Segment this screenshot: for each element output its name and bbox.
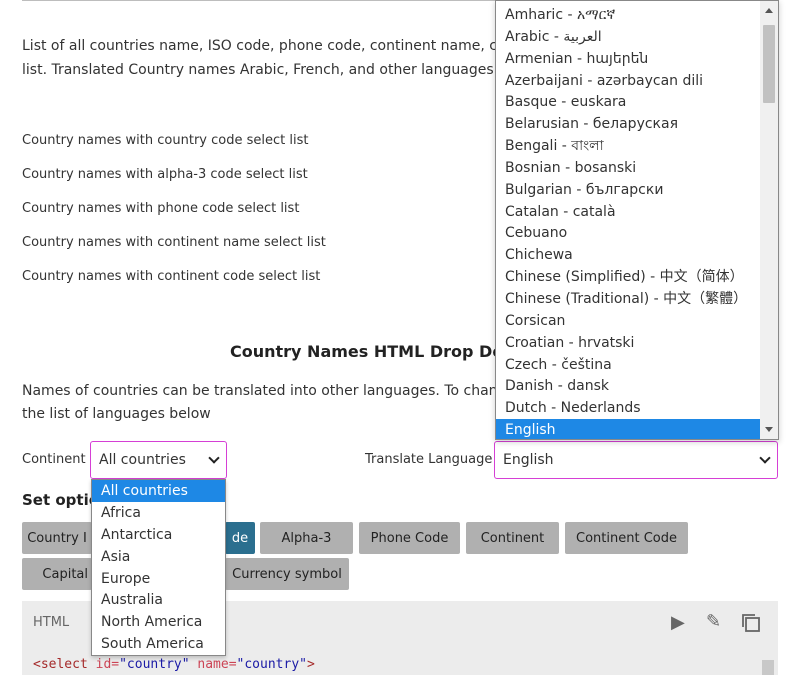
continent-button[interactable]: Continent: [466, 522, 559, 554]
continent-label: Continent: [22, 452, 86, 467]
language-option[interactable]: English: [496, 419, 760, 439]
set-options-heading: Set optio: [22, 491, 100, 509]
link-continent-code[interactable]: Country names with continent code select…: [22, 269, 320, 284]
language-option[interactable]: Armenian - հայերեն: [496, 48, 760, 70]
language-option[interactable]: Arabic - العربية: [496, 26, 760, 48]
language-option[interactable]: Danish - dansk: [496, 375, 760, 397]
section-description: Names of countries can be translated int…: [22, 380, 506, 426]
code-button[interactable]: de: [225, 522, 255, 554]
language-dropdown-list: Amharic - አማርኛ Arabic - العربية Armenian…: [495, 0, 779, 440]
para-line-1: Names of countries can be translated int…: [22, 383, 507, 399]
language-option[interactable]: Amharic - አማርኛ: [496, 4, 760, 26]
chevron-down-icon: [759, 451, 771, 464]
intro-text: List of all countries name, ISO code, ph…: [22, 34, 542, 82]
language-option[interactable]: Belarusian - беларуская: [496, 113, 760, 135]
country-name-button[interactable]: Country I: [22, 522, 92, 554]
translate-language-select[interactable]: English: [494, 441, 778, 479]
phone-code-button[interactable]: Phone Code: [359, 522, 460, 554]
language-option[interactable]: Bulgarian - български: [496, 179, 760, 201]
language-option[interactable]: Azerbaijani - azərbaycan dili: [496, 70, 760, 92]
alpha3-button[interactable]: Alpha-3: [260, 522, 353, 554]
language-option[interactable]: Catalan - català: [496, 201, 760, 223]
link-country-code[interactable]: Country names with country code select l…: [22, 133, 308, 148]
capital-button[interactable]: Capital: [22, 558, 92, 590]
link-continent-name[interactable]: Country names with continent name select…: [22, 235, 326, 250]
language-option[interactable]: Cebuano: [496, 222, 760, 244]
continent-option[interactable]: Africa: [92, 502, 225, 524]
continent-option[interactable]: Europe: [92, 568, 225, 590]
continent-option[interactable]: South America: [92, 633, 225, 655]
section-heading: Country Names HTML Drop Dov: [230, 342, 514, 361]
language-list-scrollbar[interactable]: [760, 1, 778, 439]
continent-option[interactable]: Antarctica: [92, 524, 225, 546]
language-option[interactable]: Croatian - hrvatski: [496, 332, 760, 354]
continent-select[interactable]: All countries: [90, 441, 227, 479]
continent-option[interactable]: North America: [92, 611, 225, 633]
continent-option[interactable]: Asia: [92, 546, 225, 568]
chevron-down-icon: [208, 451, 220, 464]
translate-language-label: Translate Language: [365, 452, 493, 467]
language-option[interactable]: Corsican: [496, 310, 760, 332]
continent-dropdown-list: All countries Africa Antarctica Asia Eur…: [91, 479, 226, 656]
language-option[interactable]: Bosnian - bosanski: [496, 157, 760, 179]
language-option[interactable]: Chinese (Simplified) - 中文（简体）: [496, 266, 760, 288]
intro-line-1: List of all countries name, ISO code, ph…: [22, 38, 515, 54]
pencil-icon[interactable]: ✎: [706, 611, 721, 632]
code-line: <select id="country" name="country">: [33, 657, 315, 672]
language-option[interactable]: Bengali - বাংলা: [496, 135, 760, 157]
copy-icon[interactable]: [740, 612, 762, 634]
translate-select-value: English: [503, 452, 554, 468]
link-phone-code[interactable]: Country names with phone code select lis…: [22, 201, 299, 216]
language-option[interactable]: Basque - euskara: [496, 91, 760, 113]
scrollbar-thumb[interactable]: [763, 25, 775, 103]
continent-select-value: All countries: [99, 452, 186, 468]
language-option[interactable]: Chinese (Traditional) - 中文（繁體）: [496, 288, 760, 310]
intro-line-2: list. Translated Country names Arabic, F…: [22, 62, 499, 78]
language-option[interactable]: Czech - čeština: [496, 354, 760, 376]
code-language-label: HTML: [33, 615, 70, 630]
para-line-2: the list of languages below: [22, 406, 211, 422]
continent-code-button[interactable]: Continent Code: [565, 522, 688, 554]
language-option[interactable]: Chichewa: [496, 244, 760, 266]
continent-option[interactable]: All countries: [92, 480, 225, 502]
link-alpha3-code[interactable]: Country names with alpha-3 code select l…: [22, 167, 308, 182]
scroll-down-icon[interactable]: [765, 427, 773, 432]
continent-option[interactable]: Australia: [92, 589, 225, 611]
currency-symbol-button[interactable]: Currency symbol: [225, 558, 349, 590]
play-icon[interactable]: ▶: [671, 612, 685, 633]
language-option[interactable]: Dutch - Nederlands: [496, 397, 760, 419]
scroll-up-icon[interactable]: [765, 8, 773, 13]
code-scrollbar[interactable]: [762, 660, 774, 675]
